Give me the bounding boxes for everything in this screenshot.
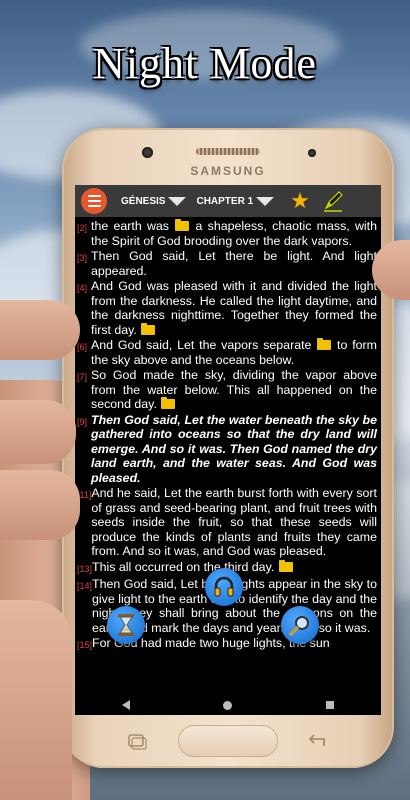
home-icon[interactable] [223,700,233,710]
promo-title: Night Mode [93,39,317,88]
pen-icon[interactable] [320,188,346,214]
verse-text-part: And God said, Let the vapors separate [91,338,317,352]
folder-icon[interactable] [278,559,293,572]
recent-apps-button[interactable] [126,732,148,750]
recent-apps-icon[interactable] [326,701,335,709]
finger [0,470,80,540]
verse-text-part: And God was pleased with it and divided … [91,279,377,337]
search-icon[interactable] [281,606,319,644]
verse-text-part: Then God said, Let there be light. And l… [91,249,377,278]
verse-item[interactable]: [2] the earth was a shapeless, chaotic ma… [77,219,377,248]
verse-text: the earth was a shapeless, chaotic mass,… [91,219,377,248]
app-screen: GÉNESIS CHAPTER 1 ★ [2] the earth was a s… [75,185,381,715]
star-icon[interactable]: ★ [290,190,310,212]
chapter-selector[interactable]: CHAPTER 1 [196,195,275,207]
chevron-down-icon [256,196,275,206]
verse-text-part: This all occurred on the third day. [92,559,278,574]
home-button[interactable] [178,725,278,757]
finger [0,300,80,360]
verse-text: And he said, Let the earth burst forth w… [91,486,377,559]
phone-brand: SAMSUNG [190,164,266,178]
book-label: GÉNESIS [121,195,166,207]
verse-number: [3] [77,253,88,263]
verse-item[interactable]: [3] Then God said, Let there be light. An… [77,249,377,278]
verse-text-part: Then God said, Let the water beneath the… [91,412,377,485]
menu-icon[interactable] [81,188,107,214]
earpiece-speaker [196,148,260,155]
verse-text: Then God said, Let there be light. And l… [91,249,377,278]
folder-icon[interactable] [317,338,332,350]
system-navbar [75,695,381,715]
folder-icon[interactable] [161,397,176,409]
verse-text: And God said, Let the vapors separate to… [91,338,377,367]
verse-number: [6] [77,342,88,352]
finger [0,400,76,464]
folder-icon[interactable] [141,322,156,335]
headphones-icon[interactable] [205,568,243,606]
back-button[interactable] [306,732,328,750]
front-camera [142,147,153,158]
verse-text: So God made the sky, dividing the vapor … [91,368,377,412]
verse-item[interactable]: [11] And he said, Let the earth burst for… [77,486,377,559]
folder-icon[interactable] [175,219,190,231]
palm [0,600,72,800]
verse-number: [13] [77,563,93,574]
verse-number: [9] [77,416,88,427]
sensor [308,149,316,157]
chevron-down-icon [168,196,187,206]
verse-item[interactable]: [9] Then God said, Let the water beneath … [77,413,377,486]
toolbar: GÉNESIS CHAPTER 1 ★ [75,185,381,217]
verse-text-part: the earth was [91,219,175,233]
hourglass-icon[interactable] [107,606,145,644]
verse-item[interactable]: [4] And God was pleased with it and divid… [77,279,377,337]
verse-text: Then God said, Let the water beneath the… [91,413,377,486]
verse-text-part: So God made the sky, dividing the vapor … [91,368,377,411]
verse-number: [15] [77,640,93,650]
verse-item[interactable]: [7] So God made the sky, dividing the vap… [77,368,377,412]
back-icon[interactable] [121,700,130,710]
book-selector[interactable]: GÉNESIS [121,195,187,207]
phone-frame: SAMSUNG GÉNESIS CHAPTER 1 ★ [2] the earth… [62,128,394,768]
verse-item[interactable]: [6] And God said, Let the vapors separate… [77,338,377,367]
verse-number: [7] [77,372,88,382]
chapter-label: CHAPTER 1 [196,195,254,207]
verse-text: And God was pleased with it and divided … [91,279,377,337]
verse-number: [14] [77,581,93,591]
verse-number: [2] [77,223,88,233]
verse-text-part: And he said, Let the earth burst forth w… [91,486,377,558]
